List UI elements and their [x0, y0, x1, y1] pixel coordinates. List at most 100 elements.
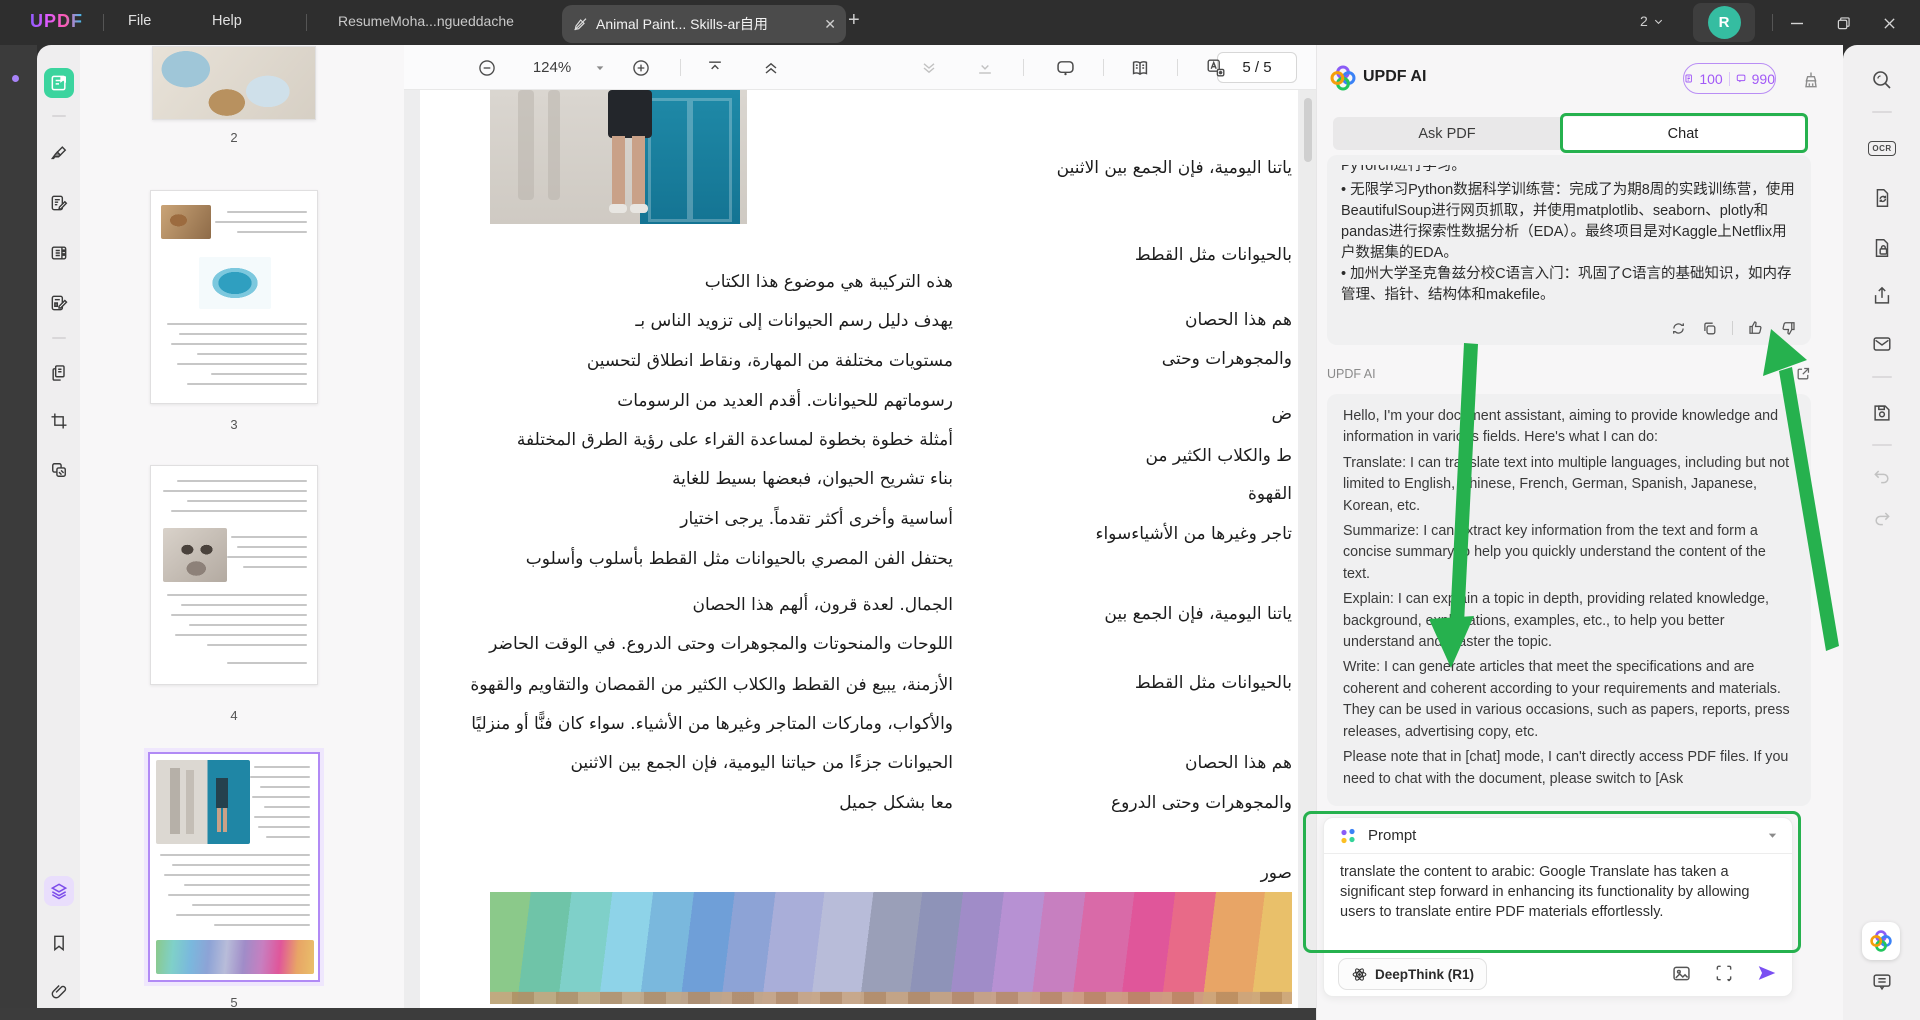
edit-page-button[interactable]: [44, 288, 74, 318]
thumbnail-page-2[interactable]: [152, 46, 316, 120]
pdf-text-line: بالحيوانات مثل القطط: [1134, 673, 1292, 693]
chinese-lines: • 无限学习Python数据科学训练营：完成了为期8周的实践训练营，使用Beau…: [1341, 182, 1795, 303]
regenerate-icon[interactable]: [1670, 320, 1687, 337]
tab-ask-pdf[interactable]: Ask PDF: [1333, 117, 1561, 150]
zoom-dropdown-caret[interactable]: [592, 45, 608, 90]
menu-help[interactable]: Help: [212, 13, 242, 29]
thumbs-up-icon[interactable]: [1747, 319, 1765, 337]
tab-chat-active[interactable]: Chat: [1561, 117, 1805, 150]
undo-button[interactable]: [1867, 461, 1897, 491]
expand-message-icon[interactable]: [1795, 365, 1812, 382]
divider: [52, 115, 66, 117]
updf-logo: UPDF: [30, 11, 83, 31]
undo-icon: [1874, 470, 1889, 484]
zoom-in-button[interactable]: [626, 45, 656, 90]
doc-credit-count: 100: [1699, 70, 1723, 87]
thumbnail-page-5-selected[interactable]: [148, 752, 320, 982]
prompt-header[interactable]: Prompt: [1324, 818, 1792, 854]
chat-credit-count: 990: [1751, 70, 1775, 87]
tab-document-1[interactable]: ResumeMoha...ngueddache: [338, 13, 514, 29]
comment-button[interactable]: [1867, 967, 1897, 997]
insert-image-icon[interactable]: [1671, 963, 1692, 984]
attachments-button[interactable]: [44, 977, 74, 1007]
pdf-text-line: أساسية وأخرى أكثر تقدماً. يرجى اختيار: [680, 509, 953, 529]
highlighter-button[interactable]: [44, 138, 74, 168]
deepthink-button[interactable]: DeepThink (R1): [1338, 958, 1488, 990]
ai-message-english: Hello, I'm your document assistant, aimi…: [1327, 394, 1811, 806]
vertical-scrollbar[interactable]: [1300, 90, 1316, 1008]
go-to-bottom-button[interactable]: [970, 45, 1000, 90]
next-page-button[interactable]: [914, 45, 944, 90]
pdf-text-line: الجمال. لعدة قرون، ألهم هذا الحصان: [692, 595, 953, 615]
pdf-text-line: ياتنا اليومية، فإن الجمع بين: [1104, 604, 1292, 624]
compose-icon: [51, 295, 68, 311]
book-view-button[interactable]: [1124, 45, 1156, 90]
pdf-text-line: ياتنا اليومية، فإن الجمع بين الاثنين: [1056, 158, 1292, 178]
previous-page-button[interactable]: [756, 45, 786, 90]
prompt-toolbar: [1671, 962, 1778, 984]
organize-pages-button[interactable]: [44, 238, 74, 268]
clear-history-icon[interactable]: [1801, 70, 1821, 90]
message-sender-label: UPDF AI: [1327, 367, 1376, 381]
thumbnail-image: [163, 528, 227, 582]
new-tab-button[interactable]: +: [848, 9, 860, 32]
convert-button[interactable]: [1867, 183, 1897, 213]
watermark-button[interactable]: [44, 455, 74, 485]
zoom-level[interactable]: 124%: [522, 45, 582, 90]
pdf-text-line: الحيوانات جزءًا من حياتنا اليومية، فإن ا…: [570, 753, 953, 773]
thumbnails-panel-button[interactable]: [44, 876, 74, 906]
minimize-button[interactable]: [1780, 10, 1814, 36]
notification-dot: [12, 75, 19, 82]
crop-button[interactable]: [44, 406, 74, 436]
page-photo-person-blue-door: [490, 90, 747, 224]
thumbnail-panel: 2 3 4 5: [80, 45, 480, 1010]
account-button[interactable]: R: [1693, 3, 1755, 42]
send-icon[interactable]: [1756, 962, 1778, 984]
search-button[interactable]: [1867, 65, 1897, 95]
copy-icon[interactable]: [1701, 320, 1718, 337]
thumbnail-page-4[interactable]: [150, 465, 318, 685]
tab-document-2-active[interactable]: Animal Paint... Skills-ar自用 ✕: [562, 5, 846, 43]
ai-assistant-button[interactable]: [1862, 922, 1900, 960]
avatar: R: [1707, 6, 1741, 39]
window-count-dropdown[interactable]: 2: [1640, 13, 1664, 29]
prompt-input[interactable]: translate the content to arabic: Google …: [1340, 862, 1780, 922]
pdf-page[interactable]: هذه التركيبة هي موضوع هذا الكتاب يهدف دل…: [420, 90, 1298, 1008]
screenshot-icon[interactable]: [1714, 963, 1734, 983]
redo-button[interactable]: [1867, 503, 1897, 533]
email-button[interactable]: [1867, 329, 1897, 359]
presentation-pointer-button[interactable]: [1050, 45, 1080, 90]
menu-file[interactable]: File: [128, 13, 151, 29]
share-button[interactable]: [1867, 281, 1897, 311]
bookmark-icon: [54, 935, 64, 952]
close-tab-icon[interactable]: ✕: [824, 16, 836, 33]
maximize-button[interactable]: [1826, 10, 1860, 36]
pdf-text-line: أمثلة خطوة بخطوة لمساعدة القراء على رؤية…: [516, 430, 953, 450]
translate-button[interactable]: [1200, 45, 1232, 90]
ocr-button[interactable]: OCR: [1867, 133, 1897, 163]
lock-icon: [1875, 239, 1889, 257]
left-tool-sidebar: [37, 45, 80, 1008]
thumbnail-page-3[interactable]: [150, 190, 318, 404]
bottom-bar: [0, 1008, 1316, 1020]
zoom-out-button[interactable]: [472, 45, 502, 90]
copy-pages-button[interactable]: [44, 358, 74, 388]
pdf-text-line: يهدف دليل رسم الحيوانات إلى تزويد الناس …: [635, 311, 953, 331]
bookmarks-button[interactable]: [44, 928, 74, 958]
protect-button[interactable]: [1867, 233, 1897, 263]
thumbs-down-icon[interactable]: [1779, 319, 1797, 337]
pdf-text-line: هم هذا الحصان: [1185, 310, 1292, 330]
annotate-button[interactable]: [44, 188, 74, 218]
pdf-text-line: ط والكلاب الكثير من: [1145, 446, 1292, 466]
message-actions: [1670, 319, 1797, 337]
pdf-text-line: ض: [1271, 404, 1292, 424]
close-window-button[interactable]: [1872, 10, 1906, 36]
pdf-text-line: الأزمنة، يبيع فن القطط والكلاب الكثير من…: [470, 675, 953, 695]
go-to-top-button[interactable]: [700, 45, 730, 90]
prompt-collapse-caret[interactable]: [1767, 830, 1778, 841]
ai-credits-badge[interactable]: 100 990: [1683, 63, 1776, 94]
reader-mode-button[interactable]: [44, 68, 74, 98]
pdf-text-line: رسوماتهم للحيوانات. أقدم العديد من الرسو…: [617, 391, 953, 411]
ocr-icon: OCR: [1868, 140, 1896, 156]
save-button[interactable]: [1867, 398, 1897, 428]
